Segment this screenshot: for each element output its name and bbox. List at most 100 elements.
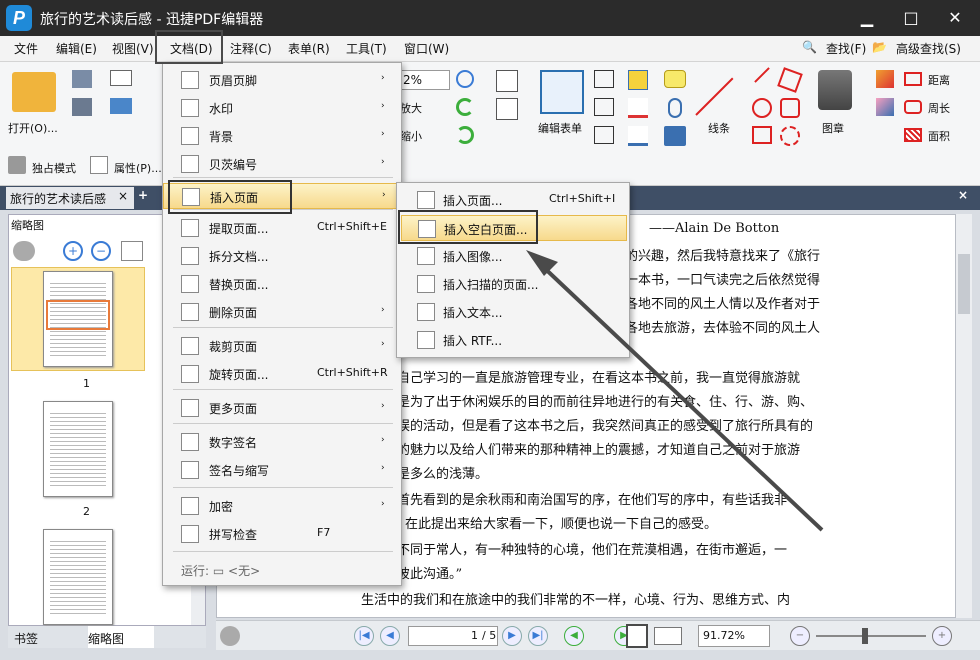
folder-search-icon[interactable]: 📂 — [872, 40, 887, 54]
zoom-slider-handle[interactable] — [862, 628, 868, 644]
settings-icon[interactable] — [220, 626, 240, 646]
document-scrollbar[interactable] — [956, 214, 972, 618]
enlarge-button[interactable]: 放大 — [400, 100, 422, 116]
single-page-view-icon[interactable] — [626, 624, 648, 648]
zoom-out-thumb-icon[interactable]: − — [91, 241, 111, 261]
menu-item-delete-page[interactable]: 删除页面 › — [163, 299, 401, 325]
zoom-combobox[interactable]: 2% — [400, 70, 450, 90]
exclusive-mode-icon[interactable] — [8, 156, 26, 174]
rotate-left-icon[interactable] — [456, 98, 474, 116]
submenu-item-insert-scanned[interactable]: 插入扫描的页面... — [401, 271, 627, 297]
area-button[interactable]: 面积 — [928, 128, 950, 144]
menu-item-replace-page[interactable]: 替换页面... — [163, 271, 401, 297]
search-icon[interactable]: 🔍 — [802, 40, 817, 54]
tab-bookmarks[interactable]: 书签 — [14, 630, 38, 647]
email-icon[interactable] — [110, 70, 132, 86]
ellipse-icon[interactable] — [752, 98, 772, 118]
two-page-view-icon[interactable] — [654, 627, 682, 645]
menu-view[interactable]: 视图(V) — [112, 40, 154, 57]
properties-icon[interactable] — [90, 156, 108, 174]
menu-tools[interactable]: 工具(T) — [346, 40, 387, 57]
form-text-icon[interactable] — [496, 70, 518, 92]
sound-icon[interactable] — [664, 126, 686, 146]
properties-button[interactable]: 属性(P)... — [114, 160, 162, 176]
first-page-icon[interactable]: |◀ — [354, 626, 374, 646]
menu-item-spell-check[interactable]: 拼写检查 F7 — [163, 521, 401, 547]
menu-item-run[interactable]: 运行: ▭ <无> — [163, 557, 401, 583]
zoom-select[interactable]: 91.72% — [698, 625, 770, 647]
page-thumbnail-1[interactable] — [43, 271, 113, 367]
zoom-out-icon[interactable]: − — [790, 626, 810, 646]
arrow-icon[interactable] — [754, 67, 770, 83]
stamp-button[interactable]: 图章 — [822, 120, 844, 136]
menu-form[interactable]: 表单(R) — [288, 40, 330, 57]
menu-item-encrypt[interactable]: 加密 › — [163, 493, 401, 519]
perimeter-button[interactable]: 周长 — [928, 100, 950, 116]
form-field-icon[interactable] — [496, 98, 518, 120]
advanced-search-button[interactable]: 高级查找(S) — [896, 40, 961, 57]
exclusive-mode-button[interactable]: 独占模式 — [32, 160, 76, 176]
underline-icon[interactable] — [628, 126, 648, 146]
eraser-icon[interactable] — [876, 98, 894, 116]
maximize-icon[interactable]: □ — [896, 6, 926, 30]
strikeout-icon[interactable] — [628, 98, 648, 118]
tab-thumbnails[interactable]: 缩略图 — [88, 626, 154, 648]
menu-item-rotate-page[interactable]: 旋转页面... Ctrl+Shift+R — [163, 361, 401, 387]
close-document-icon[interactable]: × — [958, 188, 968, 202]
menu-item-crop-page[interactable]: 裁剪页面 › — [163, 333, 401, 359]
cloud-icon[interactable] — [780, 126, 800, 146]
stamp-icon[interactable] — [818, 70, 852, 110]
back-icon[interactable]: ◀ — [564, 626, 584, 646]
line-icon[interactable] — [695, 77, 734, 116]
save-icon[interactable] — [72, 70, 92, 88]
document-tab[interactable]: 旅行的艺术读后感 × — [6, 187, 134, 209]
scroll-thumb[interactable] — [958, 254, 970, 314]
line-button[interactable]: 线条 — [708, 120, 730, 136]
submenu-item-insert-rtf[interactable]: 插入 RTF... — [401, 327, 627, 353]
minimize-icon[interactable]: ▁ — [852, 6, 882, 30]
note-icon[interactable] — [664, 70, 686, 88]
next-page-icon[interactable]: ▶ — [502, 626, 522, 646]
menu-item-split-document[interactable]: 拆分文档... — [163, 243, 401, 269]
page-thumbnail-2[interactable] — [43, 401, 113, 497]
zoom-in-status-icon[interactable]: + — [932, 626, 952, 646]
perimeter-icon[interactable] — [904, 100, 922, 114]
search-button[interactable]: 查找(F) — [826, 40, 866, 57]
distance-icon[interactable] — [904, 72, 922, 86]
scan-icon[interactable] — [110, 98, 132, 114]
callout-icon[interactable] — [594, 98, 614, 116]
menu-file[interactable]: 文件 — [14, 40, 38, 57]
zoom-in-icon[interactable] — [456, 70, 474, 88]
last-page-icon[interactable]: ▶| — [528, 626, 548, 646]
submenu-item-insert-text[interactable]: 插入文本... — [401, 299, 627, 325]
zoom-slider[interactable] — [816, 635, 926, 637]
prev-page-icon[interactable]: ◀ — [380, 626, 400, 646]
page-thumbnail-3[interactable] — [43, 529, 113, 625]
distance-button[interactable]: 距离 — [928, 72, 950, 88]
rectangle-icon[interactable] — [752, 126, 772, 144]
menu-item-watermark[interactable]: 水印 › — [163, 95, 401, 121]
menu-item-more-pages[interactable]: 更多页面 › — [163, 395, 401, 421]
area-icon[interactable] — [904, 128, 922, 142]
menu-comment[interactable]: 注释(C) — [230, 40, 272, 57]
menu-item-extract-page[interactable]: 提取页面... Ctrl+Shift+E — [163, 215, 401, 241]
gear-icon[interactable] — [13, 241, 35, 261]
menu-item-bates-number[interactable]: 贝茨编号 › — [163, 151, 401, 177]
menu-window[interactable]: 窗口(W) — [404, 40, 449, 57]
attachment-icon[interactable] — [668, 98, 682, 118]
menu-item-background[interactable]: 背景 › — [163, 123, 401, 149]
print-icon[interactable] — [72, 98, 92, 116]
polygon-icon[interactable] — [780, 98, 800, 118]
text-box-icon[interactable] — [594, 70, 614, 88]
rotate-thumb-icon[interactable] — [121, 241, 143, 261]
submenu-item-insert-image[interactable]: 插入图像... — [401, 243, 627, 269]
open-folder-icon[interactable] — [12, 72, 56, 112]
shrink-button[interactable]: 缩小 — [400, 128, 422, 144]
open-button[interactable]: 打开(O)... — [8, 120, 58, 136]
menu-item-digital-signature[interactable]: 数字签名 › — [163, 429, 401, 455]
zoom-in-thumb-icon[interactable]: + — [63, 241, 83, 261]
close-icon[interactable]: ✕ — [940, 6, 970, 30]
add-tab-icon[interactable]: + — [138, 188, 148, 202]
tab-close-icon[interactable]: × — [118, 189, 128, 203]
highlight-text-icon[interactable] — [628, 70, 648, 90]
